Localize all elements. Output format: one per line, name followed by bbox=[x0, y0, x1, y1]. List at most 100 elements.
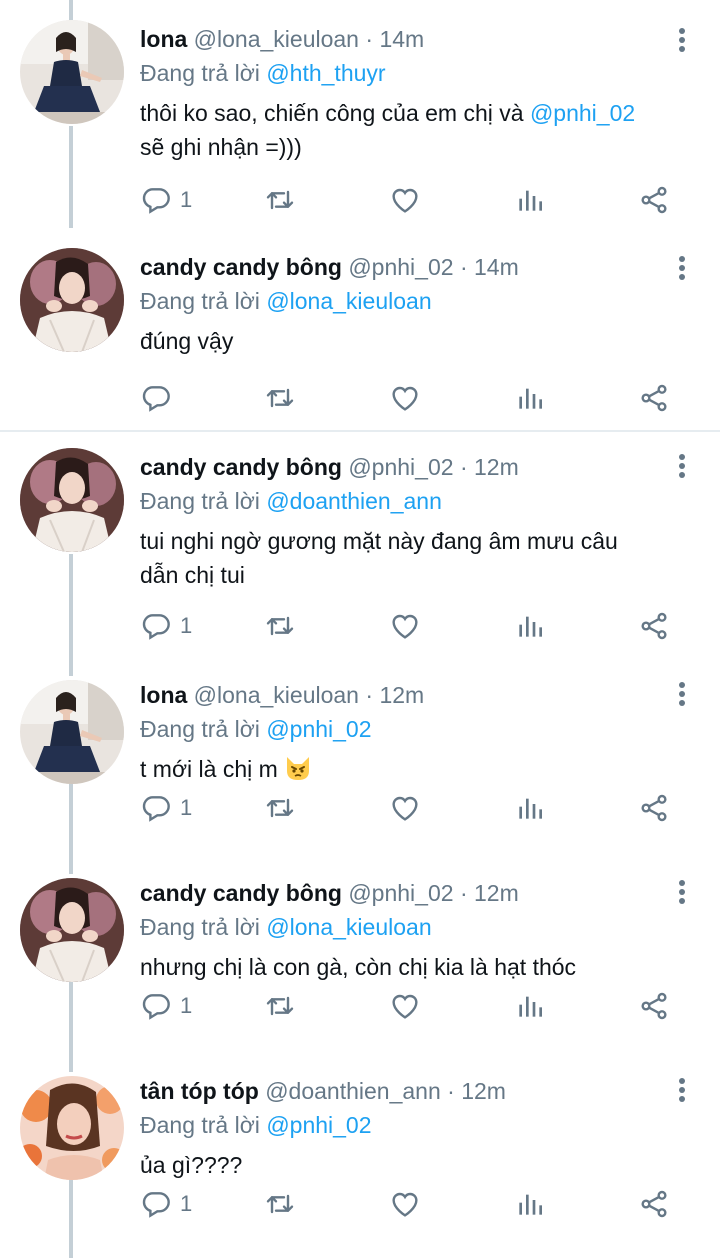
text-mention[interactable]: @pnhi_02 bbox=[530, 100, 635, 126]
reply-prefix: Đang trả lời bbox=[140, 1112, 260, 1138]
reply-button[interactable]: 1 bbox=[140, 182, 192, 218]
display-name[interactable]: lona bbox=[140, 682, 187, 708]
share-icon bbox=[638, 792, 670, 824]
timestamp[interactable]: 12m bbox=[379, 682, 424, 708]
timestamp[interactable]: 12m bbox=[474, 454, 519, 480]
tweet-header: candy candy bông @pnhi_02 · 12m bbox=[140, 450, 696, 484]
analytics-button[interactable] bbox=[514, 380, 546, 416]
tweet[interactable]: lona @lona_kieuloan · 14m Đang trả lời @… bbox=[0, 0, 720, 228]
share-button[interactable] bbox=[638, 608, 670, 644]
display-name[interactable]: candy candy bông bbox=[140, 254, 342, 280]
avatar[interactable] bbox=[20, 248, 124, 352]
analytics-button[interactable] bbox=[514, 790, 546, 826]
reply-button[interactable]: 1 bbox=[140, 988, 192, 1024]
reply-button[interactable] bbox=[140, 380, 172, 416]
share-button[interactable] bbox=[638, 1186, 670, 1222]
retweet-button[interactable] bbox=[264, 790, 296, 826]
separator: · bbox=[365, 26, 374, 52]
reply-mention[interactable]: @hth_thuyr bbox=[266, 60, 385, 86]
avatar[interactable] bbox=[20, 1076, 124, 1180]
display-name[interactable]: candy candy bông bbox=[140, 454, 342, 480]
reply-icon bbox=[140, 184, 172, 216]
analytics-icon bbox=[514, 792, 546, 824]
replying-to: Đang trả lời @hth_thuyr bbox=[140, 56, 696, 90]
share-button[interactable] bbox=[638, 988, 670, 1024]
tweet-body: lona @lona_kieuloan · 14m Đang trả lời @… bbox=[140, 22, 696, 164]
reply-mention[interactable]: @doanthien_ann bbox=[266, 488, 442, 514]
more-options-icon[interactable] bbox=[678, 682, 686, 710]
analytics-button[interactable] bbox=[514, 608, 546, 644]
retweet-button[interactable] bbox=[264, 380, 296, 416]
reply-count: 1 bbox=[180, 993, 193, 1018]
reply-mention[interactable]: @pnhi_02 bbox=[266, 716, 371, 742]
avatar[interactable] bbox=[20, 448, 124, 552]
like-icon bbox=[389, 990, 421, 1022]
handle[interactable]: @pnhi_02 bbox=[348, 454, 453, 480]
display-name[interactable]: tân tóp tóp bbox=[140, 1078, 259, 1104]
like-button[interactable] bbox=[389, 380, 421, 416]
reply-button[interactable]: 1 bbox=[140, 790, 192, 826]
reply-count: 1 bbox=[180, 795, 193, 820]
like-icon bbox=[389, 382, 421, 414]
timestamp[interactable]: 14m bbox=[474, 254, 519, 280]
reply-button[interactable]: 1 bbox=[140, 608, 192, 644]
tweet-body: candy candy bông @pnhi_02 · 12m Đang trả… bbox=[140, 450, 696, 592]
avatar[interactable] bbox=[20, 680, 124, 784]
analytics-button[interactable] bbox=[514, 1186, 546, 1222]
replying-to: Đang trả lời @doanthien_ann bbox=[140, 484, 696, 518]
handle[interactable]: @pnhi_02 bbox=[348, 254, 453, 280]
tweet[interactable]: candy candy bông @pnhi_02 · 14m Đang trả… bbox=[0, 228, 720, 430]
reply-count: 1 bbox=[180, 1191, 193, 1216]
avatar[interactable] bbox=[20, 20, 124, 124]
separator: · bbox=[447, 1078, 455, 1104]
like-button[interactable] bbox=[389, 608, 421, 644]
like-button[interactable] bbox=[389, 988, 421, 1024]
replying-to: Đang trả lời @lona_kieuloan bbox=[140, 910, 696, 944]
tweet[interactable]: candy candy bông @pnhi_02 · 12m Đang trả… bbox=[0, 430, 720, 658]
handle[interactable]: @lona_kieuloan bbox=[194, 682, 359, 708]
analytics-button[interactable] bbox=[514, 182, 546, 218]
share-button[interactable] bbox=[638, 182, 670, 218]
reply-mention[interactable]: @lona_kieuloan bbox=[266, 288, 431, 314]
reply-button[interactable]: 1 bbox=[140, 1186, 192, 1222]
analytics-icon bbox=[514, 382, 546, 414]
tweet[interactable]: tân tóp tóp @doanthien_ann · 12m Đang tr… bbox=[0, 1054, 720, 1258]
retweet-icon bbox=[264, 1188, 296, 1220]
handle[interactable]: @doanthien_ann bbox=[265, 1078, 441, 1104]
pouting-cat-emoji bbox=[287, 757, 310, 780]
tweet-text: đúng vậy bbox=[140, 328, 234, 354]
like-button[interactable] bbox=[389, 1186, 421, 1222]
share-button[interactable] bbox=[638, 380, 670, 416]
handle[interactable]: @pnhi_02 bbox=[348, 880, 453, 906]
retweet-icon bbox=[264, 990, 296, 1022]
reply-count: 1 bbox=[180, 187, 193, 212]
more-options-icon[interactable] bbox=[678, 28, 686, 56]
share-icon bbox=[638, 990, 670, 1022]
like-button[interactable] bbox=[389, 182, 421, 218]
more-options-icon[interactable] bbox=[678, 1078, 686, 1106]
retweet-button[interactable] bbox=[264, 608, 296, 644]
tweet[interactable]: lona @lona_kieuloan · 12m Đang trả lời @… bbox=[0, 658, 720, 856]
reply-mention[interactable]: @lona_kieuloan bbox=[266, 914, 431, 940]
share-icon bbox=[638, 382, 670, 414]
tweet[interactable]: candy candy bông @pnhi_02 · 12m Đang trả… bbox=[0, 856, 720, 1054]
like-button[interactable] bbox=[389, 790, 421, 826]
handle[interactable]: @lona_kieuloan bbox=[194, 26, 359, 52]
more-options-icon[interactable] bbox=[678, 256, 686, 284]
share-button[interactable] bbox=[638, 790, 670, 826]
timestamp[interactable]: 12m bbox=[474, 880, 519, 906]
retweet-button[interactable] bbox=[264, 182, 296, 218]
retweet-button[interactable] bbox=[264, 988, 296, 1024]
analytics-button[interactable] bbox=[514, 988, 546, 1024]
reply-mention[interactable]: @pnhi_02 bbox=[266, 1112, 371, 1138]
avatar[interactable] bbox=[20, 878, 124, 982]
share-icon bbox=[638, 184, 670, 216]
display-name[interactable]: candy candy bông bbox=[140, 880, 342, 906]
timestamp[interactable]: 14m bbox=[379, 26, 424, 52]
more-options-icon[interactable] bbox=[678, 880, 686, 908]
more-options-icon[interactable] bbox=[678, 454, 686, 482]
display-name[interactable]: lona bbox=[140, 26, 187, 52]
timestamp[interactable]: 12m bbox=[461, 1078, 506, 1104]
action-bar: 1 bbox=[140, 790, 680, 826]
retweet-button[interactable] bbox=[264, 1186, 296, 1222]
